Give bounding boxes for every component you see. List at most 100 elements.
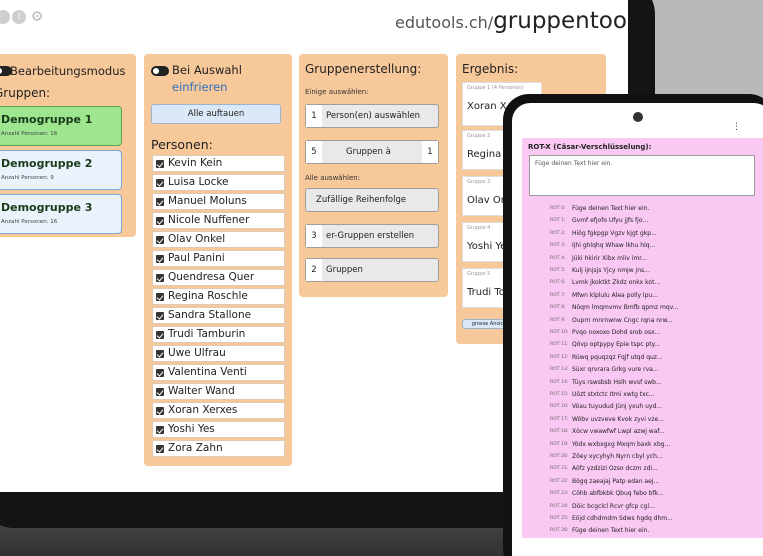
person-row[interactable]: Regina Roschle xyxy=(152,288,285,305)
person-row[interactable]: Paul Panini xyxy=(152,250,285,267)
rot-value: Lvmk jkoktkt Zkdz onkx kot... xyxy=(572,279,661,287)
rot-value: Wöbv uvzveve Kvok zyvi vze... xyxy=(572,415,664,423)
freeze-action-link[interactable]: einfrieren xyxy=(172,80,227,94)
rot-value: Nöqm lmqmvmv Bmfb qpmz mqv... xyxy=(572,304,679,312)
person-row[interactable]: Sandra Stallone xyxy=(152,307,285,324)
rot-key: ROT 17: xyxy=(550,416,569,422)
person-checkbox[interactable] xyxy=(156,160,164,168)
rot-value: Yödx wxbxgxg Mxqm baxk xbg... xyxy=(572,440,671,448)
rot-value: Eöjd cdhdmdm Sdws hgdq dhm... xyxy=(572,515,673,522)
person-checkbox[interactable] xyxy=(156,331,164,339)
person-row[interactable]: Valentina Venti xyxy=(152,364,285,381)
person-checkbox[interactable] xyxy=(156,179,164,187)
result-group-label: Gruppe 3 xyxy=(467,179,491,185)
person-checkbox[interactable] xyxy=(156,426,164,434)
rot-value: Mfwn klplulu Alea polly lpu... xyxy=(572,291,658,299)
person-row[interactable]: Trudi Tamburin xyxy=(152,326,285,343)
person-checkbox[interactable] xyxy=(156,312,164,320)
person-row[interactable]: Yoshi Yes xyxy=(152,421,285,438)
person-checkbox[interactable] xyxy=(156,369,164,377)
group-card-2[interactable]: Demogruppe 2 Anzahl Personen: 9 xyxy=(0,150,122,190)
person-row[interactable]: Uwe Ulfrau xyxy=(152,345,285,362)
rot-text-input[interactable]: Füge deinen Text hier ein. xyxy=(529,155,755,196)
person-checkbox[interactable] xyxy=(156,388,164,396)
person-checkbox[interactable] xyxy=(156,407,164,415)
person-row[interactable]: Nicole Nuffener xyxy=(152,212,285,229)
person-checkbox[interactable] xyxy=(156,350,164,358)
person-name: Zora Zahn xyxy=(168,442,223,454)
person-row[interactable]: Walter Wand xyxy=(152,383,285,400)
rot-value: Pvqo noxoxo Dohd srob osx... xyxy=(572,329,661,336)
rot-value: Füge deinen Text hier ein. xyxy=(572,527,650,535)
rot-value: Xöcw vwawfwf Lwpl azwj waf... xyxy=(572,428,665,436)
rot-panel: ROT-X (Cäsar-Verschlüsselung): Füge dein… xyxy=(522,138,763,538)
rot-line: ROT 12: Rüwq pquqzqz Fqjf utqd quz... xyxy=(550,353,750,362)
person-row[interactable]: Manuel Moluns xyxy=(152,193,285,210)
rot-key: ROT 8: xyxy=(550,305,566,311)
rot-value: Süxr qrvrara Grkg vure rva... xyxy=(572,366,659,374)
rot-line: ROT 1: Gvmf efjofo Ufyu jjfs fjo... xyxy=(550,216,750,225)
rot-value: Füge deinen Text hier ein. xyxy=(572,205,650,212)
person-row[interactable]: Xoran Xerxes xyxy=(152,402,285,419)
person-name: Valentina Venti xyxy=(168,366,247,378)
rot-value: Rüwq pquqzqz Fqjf utqd quz... xyxy=(572,353,663,361)
person-row[interactable]: Quendresa Quer xyxy=(152,269,285,286)
info-icon[interactable]: i xyxy=(12,10,26,24)
rot-value: Döic bcgclcl Rcvr gfcp cgl... xyxy=(572,502,655,510)
rot-value: Tüys rswsbsb Hslh wvsf swb... xyxy=(572,378,662,386)
person-name: Manuel Moluns xyxy=(168,195,247,207)
circle-icon[interactable] xyxy=(0,10,10,24)
group-card-3[interactable]: Demogruppe 3 Anzahl Personen: 16 xyxy=(0,194,122,234)
random-order-button[interactable]: Zufällige Reihenfolge xyxy=(305,188,439,212)
rot-key: ROT 2: xyxy=(550,230,566,236)
person-row[interactable]: Kevin Kein xyxy=(152,155,285,172)
person-checkbox[interactable] xyxy=(156,445,164,453)
group-creation-panel: Gruppenerstellung: Einige auswählen: 1 P… xyxy=(299,54,448,297)
create-groups-button[interactable]: 3 er-Gruppen erstellen xyxy=(305,224,439,248)
person-name: Walter Wand xyxy=(168,385,235,397)
groups-panel: Bearbeitungsmodus Gruppen: Demogruppe 1 … xyxy=(0,54,136,237)
unfreeze-all-button[interactable]: Alle auftauen xyxy=(151,104,281,124)
select-persons-count[interactable]: 1 xyxy=(306,105,322,127)
rot-line: ROT 23: Cöhb abfbkbk Qbuq febo bfk... xyxy=(550,489,750,498)
person-checkbox[interactable] xyxy=(156,255,164,263)
freeze-toggle[interactable] xyxy=(151,66,169,76)
person-checkbox[interactable] xyxy=(156,236,164,244)
rot-key: ROT 6: xyxy=(550,280,566,286)
groups-button[interactable]: 2 Gruppen xyxy=(305,258,439,282)
person-checkbox[interactable] xyxy=(156,274,164,282)
person-checkbox[interactable] xyxy=(156,217,164,225)
rot-line: ROT 17: Wöbv uvzveve Kvok zyvi vze... xyxy=(550,415,750,424)
create-groups-count[interactable]: 3 xyxy=(306,225,322,247)
group-card-1[interactable]: Demogruppe 1 Anzahl Personen: 16 xyxy=(0,106,122,146)
rot-value: Qövp optpypy Epie tspc pty... xyxy=(572,341,661,349)
groups-title: Gruppen: xyxy=(0,86,51,100)
some-select-label: Einige auswählen: xyxy=(305,88,369,96)
rot-key: ROT 14: xyxy=(550,379,569,385)
persons-panel: Bei Auswahl einfrieren Alle auftauen Per… xyxy=(144,54,292,466)
rot-value: Vöau tuyudud Jünj yxuh uyd... xyxy=(572,403,662,411)
person-name: Kevin Kein xyxy=(168,157,223,169)
person-row[interactable]: Luisa Locke xyxy=(152,174,285,191)
menu-icon[interactable]: ⋮ xyxy=(732,122,741,132)
rot-key: ROT 4: xyxy=(550,255,566,261)
person-checkbox[interactable] xyxy=(156,293,164,301)
person-checkbox[interactable] xyxy=(156,198,164,206)
groups-count[interactable]: 5 xyxy=(306,141,322,163)
select-persons-button[interactable]: 1 Person(en) auswählen xyxy=(305,104,439,128)
rot-key: ROT 5: xyxy=(550,268,566,273)
person-row[interactable]: Zora Zahn xyxy=(152,440,285,457)
person-name: Uwe Ulfrau xyxy=(168,347,226,359)
gear-icon[interactable]: ⚙ xyxy=(30,10,44,24)
rot-key: ROT 26: xyxy=(550,528,569,534)
group-size[interactable]: 1 xyxy=(422,141,438,163)
rot-key: ROT 22: xyxy=(550,478,569,484)
brand-domain: edutools.ch/ xyxy=(395,13,494,32)
rot-line: ROT 20: Zöey xycyhyh Nyrn cbyl ych... xyxy=(550,452,750,461)
rot-key: ROT 3: xyxy=(550,243,566,249)
person-name: Regina Roschle xyxy=(168,290,248,302)
result-member: Xoran X xyxy=(467,101,507,112)
groups-of-button[interactable]: 5 Gruppen à 1 xyxy=(305,140,439,164)
person-row[interactable]: Olav Onkel xyxy=(152,231,285,248)
groups-button-count[interactable]: 2 xyxy=(306,259,322,281)
